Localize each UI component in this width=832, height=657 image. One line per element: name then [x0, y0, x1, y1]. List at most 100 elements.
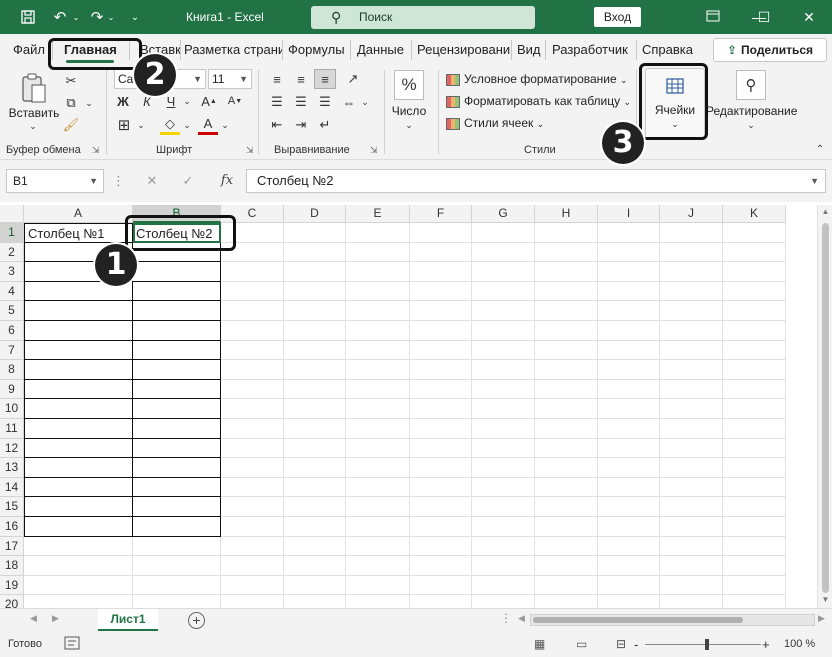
- format-painter-icon[interactable]: 🖌: [62, 116, 80, 134]
- cell-e18[interactable]: [346, 556, 410, 576]
- cell-e13[interactable]: [346, 458, 410, 478]
- cell-k1[interactable]: [723, 223, 786, 243]
- cell-j3[interactable]: [660, 262, 723, 282]
- cell-h14[interactable]: [535, 477, 598, 498]
- collapse-ribbon-icon[interactable]: ⌃: [814, 144, 826, 155]
- cell-a10[interactable]: [24, 399, 133, 419]
- cell-k10[interactable]: [723, 399, 786, 419]
- borders-dropdown-icon[interactable]: ⌄: [136, 115, 146, 135]
- cell-k12[interactable]: [723, 438, 786, 459]
- signin-button[interactable]: Вход: [594, 7, 641, 27]
- cell-k2[interactable]: [723, 242, 786, 263]
- cell-a11[interactable]: [24, 419, 133, 439]
- customize-toolbar-icon[interactable]: ⌄: [126, 0, 144, 34]
- increase-indent-icon[interactable]: ⇥: [290, 115, 312, 135]
- row-header-15[interactable]: 15: [0, 497, 24, 517]
- close-icon[interactable]: ✕: [786, 0, 832, 34]
- cell-j8[interactable]: [660, 360, 723, 380]
- horizontal-scrollbar[interactable]: [530, 614, 815, 626]
- cell-f20[interactable]: [410, 595, 472, 608]
- cell-f9[interactable]: [410, 379, 472, 400]
- row-header-17[interactable]: 17: [0, 536, 24, 557]
- zoom-out-button[interactable]: -: [634, 632, 638, 657]
- cell-j9[interactable]: [660, 379, 723, 400]
- cell-b14[interactable]: [133, 477, 221, 498]
- row-header-8[interactable]: 8: [0, 360, 24, 380]
- cell-a18[interactable]: [24, 556, 133, 576]
- cell-b15[interactable]: [133, 497, 221, 517]
- row-header-13[interactable]: 13: [0, 458, 24, 478]
- paste-dropdown-icon[interactable]: ⌄: [27, 121, 39, 132]
- cell-f17[interactable]: [410, 536, 472, 557]
- cell-a17[interactable]: [24, 536, 133, 557]
- decrease-indent-icon[interactable]: ⇤: [266, 115, 288, 135]
- cell-b20[interactable]: [133, 595, 221, 608]
- cell-h12[interactable]: [535, 438, 598, 459]
- align-left-icon[interactable]: ☰: [266, 92, 288, 112]
- cell-b8[interactable]: [133, 360, 221, 380]
- tab-developer[interactable]: Разработчик: [552, 40, 637, 60]
- column-header-d[interactable]: D: [284, 205, 346, 223]
- cell-c5[interactable]: [221, 301, 284, 321]
- cell-d1[interactable]: [284, 223, 346, 243]
- cell-i14[interactable]: [598, 477, 660, 498]
- cell-k6[interactable]: [723, 321, 786, 341]
- cell-g9[interactable]: [472, 379, 535, 400]
- cell-j7[interactable]: [660, 340, 723, 361]
- cell-d19[interactable]: [284, 575, 346, 596]
- cell-g17[interactable]: [472, 536, 535, 557]
- cell-k13[interactable]: [723, 458, 786, 478]
- cell-h10[interactable]: [535, 399, 598, 419]
- cell-b9[interactable]: [133, 379, 221, 400]
- name-box[interactable]: B1 ▼: [6, 169, 104, 193]
- cell-e6[interactable]: [346, 321, 410, 341]
- tab-data[interactable]: Данные: [357, 40, 412, 60]
- ribbon-display-icon[interactable]: [690, 0, 736, 34]
- row-header-12[interactable]: 12: [0, 438, 24, 459]
- cell-d3[interactable]: [284, 262, 346, 282]
- cell-d11[interactable]: [284, 419, 346, 439]
- row-header-7[interactable]: 7: [0, 340, 24, 361]
- font-size-combo[interactable]: 11 ▼: [208, 69, 252, 89]
- cell-c17[interactable]: [221, 536, 284, 557]
- cell-b17[interactable]: [133, 536, 221, 557]
- cell-j13[interactable]: [660, 458, 723, 478]
- bold-button[interactable]: Ж: [114, 91, 132, 111]
- cell-b13[interactable]: [133, 458, 221, 478]
- merge-dropdown-icon[interactable]: ⌄: [360, 92, 370, 112]
- cell-b5[interactable]: [133, 301, 221, 321]
- cell-g14[interactable]: [472, 477, 535, 498]
- cell-f11[interactable]: [410, 419, 472, 439]
- cell-e19[interactable]: [346, 575, 410, 596]
- cell-i7[interactable]: [598, 340, 660, 361]
- cell-f18[interactable]: [410, 556, 472, 576]
- cell-c15[interactable]: [221, 497, 284, 517]
- editing-label[interactable]: Редактирование: [706, 104, 797, 118]
- cell-i12[interactable]: [598, 438, 660, 459]
- cell-i16[interactable]: [598, 517, 660, 537]
- row-header-20[interactable]: 20: [0, 595, 24, 608]
- cell-f3[interactable]: [410, 262, 472, 282]
- column-header-k[interactable]: K: [723, 205, 786, 223]
- wrap-text-icon[interactable]: ↵: [314, 115, 336, 135]
- align-top-icon[interactable]: ≡: [266, 69, 288, 89]
- accessibility-icon[interactable]: [64, 636, 80, 653]
- borders-icon[interactable]: ⊞: [114, 115, 134, 135]
- cell-f1[interactable]: [410, 223, 472, 243]
- cell-a14[interactable]: [24, 477, 133, 498]
- cell-c12[interactable]: [221, 438, 284, 459]
- cell-a6[interactable]: [24, 321, 133, 341]
- cell-e14[interactable]: [346, 477, 410, 498]
- cell-f6[interactable]: [410, 321, 472, 341]
- cell-j14[interactable]: [660, 477, 723, 498]
- cell-f8[interactable]: [410, 360, 472, 380]
- cell-e11[interactable]: [346, 419, 410, 439]
- percent-icon[interactable]: %: [394, 70, 424, 100]
- cell-i17[interactable]: [598, 536, 660, 557]
- cell-g3[interactable]: [472, 262, 535, 282]
- cell-a15[interactable]: [24, 497, 133, 517]
- cell-h16[interactable]: [535, 517, 598, 537]
- share-button[interactable]: ⇪ Поделиться: [713, 38, 827, 62]
- cell-k18[interactable]: [723, 556, 786, 576]
- cell-i4[interactable]: [598, 281, 660, 302]
